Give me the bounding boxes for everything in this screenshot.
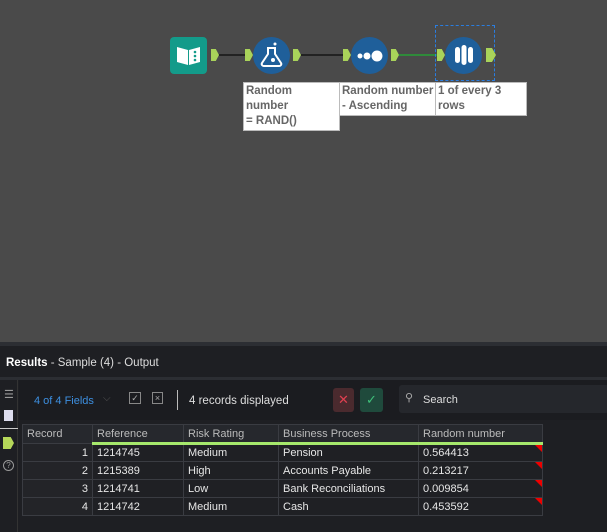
table-cell[interactable]: Medium — [183, 497, 279, 516]
results-sidebar: ☰ ? — [0, 380, 18, 532]
results-title-rest: - Sample (4) - Output — [47, 357, 159, 369]
search-input[interactable]: ⚲ Search — [399, 385, 607, 413]
connection — [399, 54, 437, 56]
table-cell[interactable]: Cash — [278, 497, 419, 516]
book-icon — [177, 47, 200, 65]
table-cell[interactable]: 4 — [22, 497, 93, 516]
table-cell[interactable]: 0.213217 — [418, 461, 543, 480]
output-anchor[interactable] — [293, 49, 301, 61]
chevron-down-icon[interactable]: ⌵ — [103, 393, 111, 404]
column-header[interactable]: Risk Rating — [183, 424, 279, 445]
results-table: Record Reference Risk Rating Business Pr… — [22, 424, 543, 516]
formula-annotation: Random number = RAND() — [243, 82, 340, 131]
select-all-icon[interactable]: ✓ — [129, 392, 141, 404]
data-anchor-icon[interactable] — [3, 437, 14, 449]
fields-selector[interactable]: 4 of 4 Fields — [34, 395, 94, 407]
table-cell[interactable]: 2 — [22, 461, 93, 480]
table-cell[interactable]: Low — [183, 479, 279, 498]
table-cell[interactable]: 1214741 — [92, 479, 184, 498]
apply-button[interactable]: ✓ — [360, 388, 383, 412]
table-cell[interactable]: 0.009854 — [418, 479, 543, 498]
metadata-icon[interactable] — [4, 410, 13, 421]
table-cell[interactable]: Pension — [278, 443, 419, 462]
cancel-button[interactable]: ✕ — [333, 388, 354, 412]
sort-annotation: Random number - Ascending — [339, 82, 438, 116]
column-header[interactable]: Record — [22, 424, 93, 444]
output-anchor[interactable] — [391, 49, 399, 61]
connection — [301, 54, 343, 56]
table-cell[interactable]: 0.564413 — [418, 443, 543, 462]
results-toolbar: 4 of 4 Fields ⌵ ✓ × 4 records displayed … — [19, 380, 607, 420]
help-icon[interactable]: ? — [3, 460, 14, 471]
annotation-line: - Ascending — [342, 100, 408, 112]
input-anchor[interactable] — [343, 49, 351, 61]
table-row[interactable]: 4 1214742 Medium Cash 0.453592 — [22, 497, 543, 516]
annotation-line: Random number — [246, 85, 292, 112]
input-anchor[interactable] — [245, 49, 253, 61]
table-cell[interactable]: Bank Reconciliations — [278, 479, 419, 498]
annotation-line: Random number — [342, 85, 434, 97]
sample-annotation: 1 of every 3 rows — [435, 82, 527, 116]
table-row[interactable]: 3 1214741 Low Bank Reconciliations 0.009854 — [22, 479, 543, 498]
results-title: Results - Sample (4) - Output — [6, 357, 159, 369]
table-cell[interactable]: 1215389 — [92, 461, 184, 480]
table-cell[interactable]: 0.453592 — [418, 497, 543, 516]
formula-tool[interactable] — [253, 37, 290, 74]
flask-icon — [260, 42, 283, 67]
output-anchor[interactable] — [211, 49, 219, 61]
table-cell[interactable]: High — [183, 461, 279, 480]
deselect-all-icon[interactable]: × — [152, 392, 163, 404]
table-cell[interactable]: Medium — [183, 443, 279, 462]
list-icon[interactable]: ☰ — [4, 388, 14, 401]
table-cell[interactable]: 3 — [22, 479, 93, 498]
column-header[interactable]: Random number — [418, 424, 543, 445]
dots-icon — [357, 50, 383, 62]
annotation-line: = RAND() — [246, 115, 297, 127]
column-header[interactable]: Reference — [92, 424, 184, 445]
workflow-canvas[interactable]: Random number = RAND() Random number - Asc… — [0, 0, 607, 342]
records-count: 4 records displayed — [189, 395, 289, 407]
search-placeholder: Search — [423, 394, 458, 406]
table-cell[interactable]: 1214742 — [92, 497, 184, 516]
table-row[interactable]: 2 1215389 High Accounts Payable 0.213217 — [22, 461, 543, 480]
column-header[interactable]: Business Process — [278, 424, 419, 445]
table-cell[interactable]: 1 — [22, 443, 93, 462]
annotation-line: 1 of every 3 rows — [438, 85, 502, 112]
sample-tool[interactable] — [445, 37, 482, 74]
test-tubes-icon — [455, 45, 473, 65]
search-icon: ⚲ — [405, 392, 414, 404]
results-title-bold: Results — [6, 357, 48, 369]
table-cell[interactable]: Accounts Payable — [278, 461, 419, 480]
table-cell[interactable]: 1214745 — [92, 443, 184, 462]
input-data-tool[interactable] — [170, 37, 207, 74]
sort-tool[interactable] — [351, 37, 388, 74]
table-row[interactable]: 1 1214745 Medium Pension 0.564413 — [22, 443, 543, 462]
